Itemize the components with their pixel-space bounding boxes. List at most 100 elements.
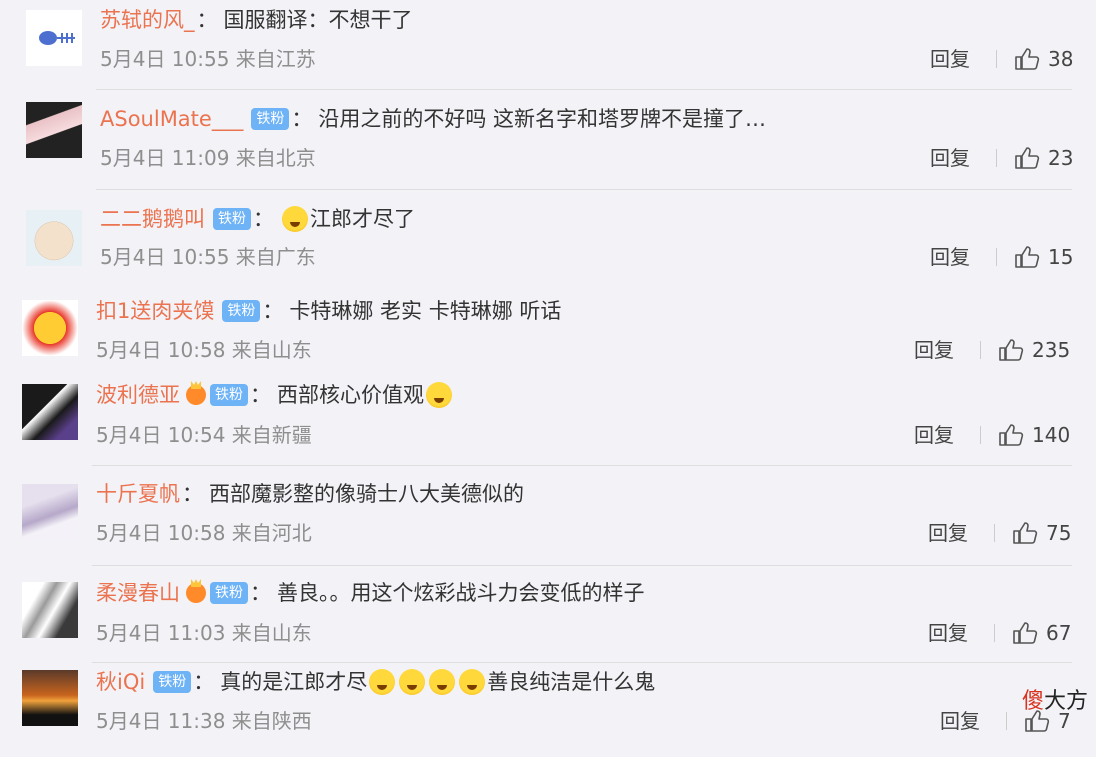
comment-text: 西部核心价值观 bbox=[277, 383, 424, 407]
comment-item: 十斤夏帆：西部魔影整的像骑士八大美德似的 5月4日 10:58 来自河北 回复 75 bbox=[0, 470, 1096, 565]
username[interactable]: ASoulMate___ bbox=[100, 104, 243, 134]
username[interactable]: 秋iQi bbox=[96, 667, 145, 697]
comment-text: 善良。。用这个炫彩战斗力会变低的样子 bbox=[277, 581, 645, 605]
reply-button[interactable]: 回复 bbox=[930, 144, 970, 172]
like-count: 15 bbox=[1048, 245, 1074, 269]
like-count: 38 bbox=[1048, 47, 1074, 71]
thumbs-up-icon bbox=[1014, 245, 1048, 269]
avatar[interactable] bbox=[22, 484, 78, 540]
reply-button[interactable]: 回复 bbox=[914, 421, 954, 449]
comment-meta: 5月4日 11:03 来自山东 bbox=[96, 621, 312, 645]
thumbs-up-icon bbox=[1012, 521, 1046, 545]
like-count: 75 bbox=[1046, 521, 1072, 545]
reply-button[interactable]: 回复 bbox=[928, 619, 968, 647]
comment-item: 秋iQi 铁粉：真的是江郎才尽 善良纯洁是什么鬼 5月4日 11:38 来自陕西 回复 7 bbox=[0, 662, 1096, 757]
comment-line: 波利德亚 铁粉：西部核心价值观 bbox=[96, 380, 454, 410]
emoji-icon bbox=[369, 669, 396, 695]
reply-button[interactable]: 回复 bbox=[928, 519, 968, 547]
comment-item: 二二鹅鹅叫 铁粉： 江郎才尽了 5月4日 10:55 来自广东 回复 15 bbox=[0, 190, 1096, 285]
comment-text: 国服翻译：不想干了 bbox=[223, 8, 413, 32]
colon: ： bbox=[250, 383, 271, 407]
comment-meta: 5月4日 11:09 来自北京 bbox=[100, 146, 316, 170]
separator bbox=[994, 524, 995, 542]
comment-item: 苏轼的风_：国服翻译：不想干了 5月4日 10:55 来自江苏 回复 38 bbox=[0, 0, 1096, 95]
fan-badge[interactable]: 铁粉 bbox=[153, 671, 192, 693]
like-button[interactable]: 235 bbox=[998, 336, 1070, 364]
fan-badge[interactable]: 铁粉 bbox=[222, 300, 261, 322]
emoji-icon bbox=[429, 669, 456, 695]
comment-line: 十斤夏帆：西部魔影整的像骑士八大美德似的 bbox=[96, 479, 524, 509]
comment-line: ASoulMate___ 铁粉：沿用之前的不好吗 这新名字和塔罗牌不是撞了… bbox=[100, 104, 766, 134]
like-button[interactable]: 15 bbox=[1014, 243, 1073, 271]
comment-text: 卡特琳娜 老实 卡特琳娜 听话 bbox=[289, 299, 562, 323]
separator bbox=[994, 624, 995, 642]
colon: ： bbox=[253, 207, 274, 231]
emoji-icon bbox=[282, 206, 308, 232]
separator bbox=[996, 149, 997, 167]
divider bbox=[92, 465, 1072, 466]
comment-meta: 5月4日 10:58 来自河北 bbox=[96, 521, 312, 545]
like-button[interactable]: 75 bbox=[1012, 519, 1071, 547]
comment-meta: 5月4日 10:54 来自新疆 bbox=[96, 423, 312, 447]
username[interactable]: 苏轼的风_ bbox=[100, 5, 195, 35]
comment-line: 二二鹅鹅叫 铁粉： 江郎才尽了 bbox=[100, 204, 415, 234]
comment-line: 柔漫春山 铁粉：善良。。用这个炫彩战斗力会变低的样子 bbox=[96, 578, 645, 608]
thumbs-up-icon bbox=[1014, 146, 1048, 170]
username[interactable]: 二二鹅鹅叫 bbox=[100, 204, 205, 234]
separator bbox=[980, 341, 981, 359]
like-count: 67 bbox=[1046, 621, 1072, 645]
comment-text-after: 江郎才尽了 bbox=[310, 207, 415, 231]
comment-text: 西部魔影整的像骑士八大美德似的 bbox=[209, 482, 524, 506]
comment-meta: 5月4日 11:38 来自陕西 bbox=[96, 709, 312, 733]
comment-meta: 5月4日 10:55 来自广东 bbox=[100, 245, 316, 269]
comment-item: ASoulMate___ 铁粉：沿用之前的不好吗 这新名字和塔罗牌不是撞了… 5月4… bbox=[0, 90, 1096, 185]
like-button[interactable]: 38 bbox=[1014, 45, 1073, 73]
crown-icon bbox=[186, 583, 206, 603]
avatar[interactable] bbox=[22, 670, 78, 726]
like-button[interactable]: 23 bbox=[1014, 144, 1073, 172]
colon: ： bbox=[262, 299, 284, 323]
thumbs-up-icon bbox=[998, 423, 1032, 447]
username[interactable]: 柔漫春山 bbox=[96, 578, 180, 608]
comment-line: 苏轼的风_：国服翻译：不想干了 bbox=[100, 5, 413, 35]
username[interactable]: 波利德亚 bbox=[96, 380, 180, 410]
divider bbox=[92, 565, 1072, 566]
avatar[interactable] bbox=[22, 582, 78, 638]
colon: ： bbox=[250, 581, 271, 605]
like-count: 140 bbox=[1032, 423, 1071, 447]
watermark: 傻大方 bbox=[1021, 689, 1088, 714]
avatar[interactable] bbox=[26, 210, 82, 266]
comment-item: 波利德亚 铁粉：西部核心价值观 5月4日 10:54 来自新疆 回复 140 bbox=[0, 372, 1096, 467]
separator bbox=[1006, 712, 1007, 730]
thumbs-up-icon bbox=[1012, 621, 1046, 645]
comment-text: 真的是江郎才尽 bbox=[220, 670, 368, 694]
fan-badge[interactable]: 铁粉 bbox=[213, 208, 251, 230]
colon: ： bbox=[291, 107, 313, 131]
fan-badge[interactable]: 铁粉 bbox=[251, 108, 290, 130]
comment-text-after: 善良纯洁是什么鬼 bbox=[487, 670, 656, 694]
avatar[interactable] bbox=[22, 384, 78, 440]
fan-badge[interactable]: 铁粉 bbox=[210, 582, 248, 604]
avatar[interactable] bbox=[22, 300, 78, 356]
comment-meta: 5月4日 10:55 来自江苏 bbox=[100, 47, 316, 71]
like-button[interactable]: 67 bbox=[1012, 619, 1071, 647]
comment-item: 扣1送肉夹馍 铁粉：卡特琳娜 老实 卡特琳娜 听话 5月4日 10:58 来自山东 回… bbox=[0, 288, 1096, 383]
username[interactable]: 扣1送肉夹馍 bbox=[96, 296, 214, 326]
username[interactable]: 十斤夏帆 bbox=[96, 479, 180, 509]
comment-text: 沿用之前的不好吗 这新名字和塔罗牌不是撞了… bbox=[318, 107, 767, 131]
like-count: 23 bbox=[1048, 146, 1074, 170]
like-button[interactable]: 140 bbox=[998, 421, 1070, 449]
comment-line: 秋iQi 铁粉：真的是江郎才尽 善良纯洁是什么鬼 bbox=[96, 667, 655, 697]
reply-button[interactable]: 回复 bbox=[930, 45, 970, 73]
reply-button[interactable]: 回复 bbox=[914, 336, 954, 364]
avatar[interactable] bbox=[26, 10, 82, 66]
reply-button[interactable]: 回复 bbox=[930, 243, 970, 271]
emoji-icon bbox=[426, 382, 452, 408]
separator bbox=[980, 426, 981, 444]
emoji-icon bbox=[399, 669, 426, 695]
emoji-icon bbox=[459, 669, 486, 695]
fan-badge[interactable]: 铁粉 bbox=[210, 384, 248, 406]
reply-button[interactable]: 回复 bbox=[940, 707, 980, 735]
avatar[interactable] bbox=[26, 102, 82, 158]
colon: ： bbox=[182, 482, 203, 506]
